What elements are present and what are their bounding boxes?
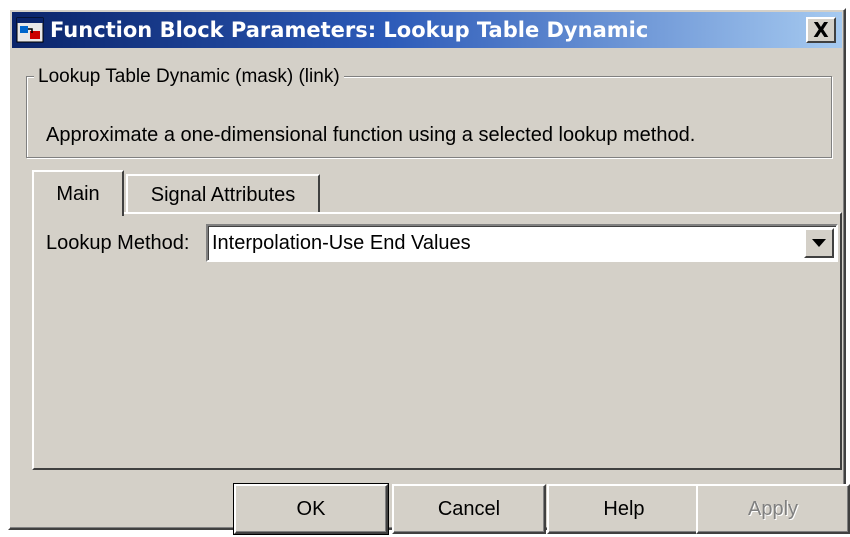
tab-label: Signal Attributes — [150, 183, 296, 206]
ok-button[interactable]: OK — [233, 483, 389, 535]
window-title: Function Block Parameters: Lookup Table … — [50, 18, 649, 42]
group-legend: Lookup Table Dynamic (mask) (link) — [34, 66, 344, 88]
dropdown-arrow-icon[interactable] — [804, 228, 834, 258]
tab-main[interactable]: Main — [32, 170, 124, 216]
block-description: Approximate a one-dimensional function u… — [46, 124, 696, 146]
tab-signal-attributes[interactable]: Signal Attributes — [126, 174, 320, 214]
close-icon: X — [813, 18, 829, 42]
apply-button[interactable]: Apply — [696, 484, 850, 534]
tab-label: Main — [56, 182, 100, 205]
dialog-window: Function Block Parameters: Lookup Table … — [8, 8, 850, 535]
simulink-block-icon[interactable] — [16, 15, 46, 45]
close-button[interactable]: X — [806, 17, 836, 43]
lookup-method-value: Interpolation-Use End Values — [212, 232, 471, 254]
cancel-button[interactable]: Cancel — [392, 484, 546, 534]
lookup-method-select[interactable]: Interpolation-Use End Values — [206, 224, 838, 262]
title-bar[interactable]: Function Block Parameters: Lookup Table … — [12, 12, 842, 48]
help-button[interactable]: Help — [547, 484, 701, 534]
lookup-method-label: Lookup Method: — [46, 232, 190, 254]
